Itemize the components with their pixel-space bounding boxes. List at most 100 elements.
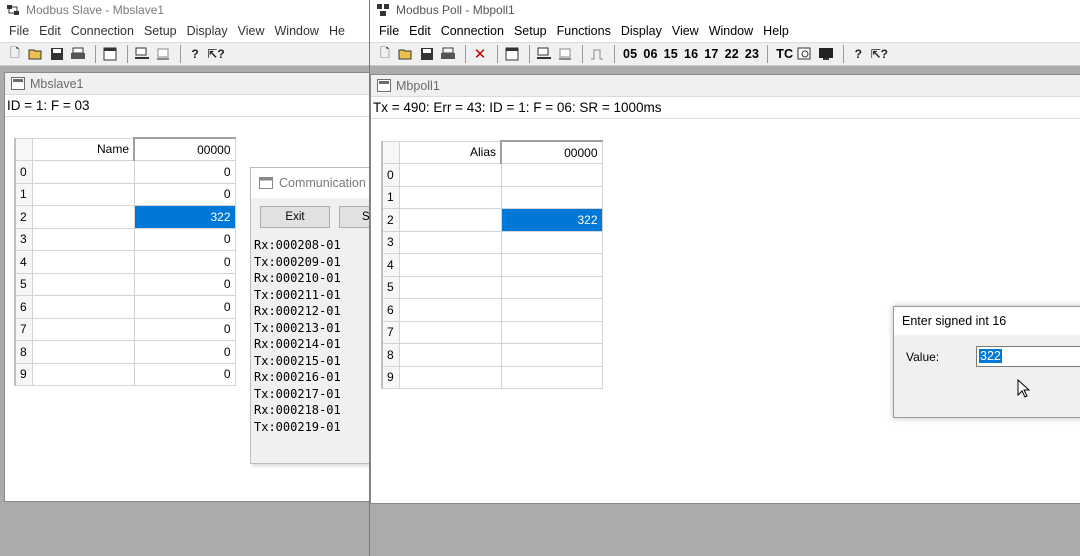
window-icon[interactable] — [101, 45, 119, 63]
value-cell[interactable] — [500, 185, 603, 209]
row-number[interactable]: 7 — [14, 317, 33, 341]
name-cell[interactable] — [31, 205, 135, 229]
value-cell[interactable]: 0 — [133, 317, 236, 341]
save-icon[interactable] — [48, 45, 66, 63]
name-cell[interactable] — [31, 317, 135, 341]
value-cell[interactable]: 0 — [133, 272, 236, 296]
name-cell[interactable] — [398, 208, 502, 232]
menu-item-connection[interactable]: Connection — [66, 24, 139, 38]
row-number[interactable]: 4 — [381, 253, 400, 277]
function-06-button[interactable]: 06 — [643, 47, 657, 61]
value-cell[interactable] — [500, 298, 603, 322]
name-cell[interactable] — [31, 295, 135, 319]
row-number[interactable]: 4 — [14, 250, 33, 274]
value-cell[interactable]: 0 — [133, 182, 236, 206]
name-cell[interactable] — [31, 272, 135, 296]
print-icon[interactable] — [439, 45, 457, 63]
row-number[interactable]: 6 — [14, 295, 33, 319]
row-number[interactable]: 2 — [381, 208, 400, 232]
row-number[interactable]: 3 — [14, 227, 33, 251]
value-cell[interactable] — [500, 230, 603, 254]
row-number[interactable]: 8 — [381, 343, 400, 367]
row-number[interactable]: 6 — [381, 298, 400, 322]
save-icon[interactable] — [418, 45, 436, 63]
value-cell[interactable] — [500, 320, 603, 344]
function-05-button[interactable]: 05 — [623, 47, 637, 61]
open-folder-icon[interactable] — [397, 45, 415, 63]
new-file-icon[interactable]: 🗋 — [376, 45, 394, 63]
function-23-button[interactable]: 23 — [745, 47, 759, 61]
name-cell[interactable] — [398, 365, 502, 389]
name-cell[interactable] — [398, 343, 502, 367]
row-number[interactable]: 1 — [14, 182, 33, 206]
row-number[interactable]: 7 — [381, 320, 400, 344]
value-cell[interactable]: 0 — [133, 250, 236, 274]
row-number[interactable]: 8 — [14, 340, 33, 364]
row-number[interactable]: 5 — [381, 275, 400, 299]
value-cell[interactable]: 0 — [133, 295, 236, 319]
menu-item-window[interactable]: Window — [270, 24, 324, 38]
mbpoll1-titlebar[interactable]: Mbpoll1 — [371, 75, 1080, 97]
slave-titlebar[interactable]: Modbus Slave - Mbslave1 — [0, 0, 369, 20]
help-icon[interactable]: ? — [849, 45, 867, 63]
value-column-header[interactable]: 00000 — [133, 137, 236, 161]
function-17-button[interactable]: 17 — [704, 47, 718, 61]
single-read-icon[interactable] — [588, 45, 606, 63]
row-number[interactable]: 1 — [381, 185, 400, 209]
menu-item-file[interactable]: File — [374, 24, 404, 38]
delete-icon[interactable]: ✕ — [471, 45, 489, 63]
menu-item-functions[interactable]: Functions — [552, 24, 616, 38]
row-number[interactable]: 0 — [14, 160, 33, 184]
name-cell[interactable] — [398, 163, 502, 187]
communication-dialog-titlebar[interactable]: Communication — [251, 168, 369, 198]
menu-item-help[interactable]: Help — [758, 24, 794, 38]
row-number[interactable]: 2 — [14, 205, 33, 229]
menu-item-file[interactable]: File — [4, 24, 34, 38]
function-16-button[interactable]: 16 — [684, 47, 698, 61]
value-cell[interactable]: 0 — [133, 160, 236, 184]
communication-traffic-icon[interactable] — [796, 45, 814, 63]
help-icon[interactable]: ? — [186, 45, 204, 63]
row-number[interactable]: 3 — [381, 230, 400, 254]
value-cell[interactable] — [500, 253, 603, 277]
print-icon[interactable] — [69, 45, 87, 63]
value-input[interactable]: 322 — [976, 346, 1080, 367]
value-cell[interactable] — [500, 163, 603, 187]
value-column-header[interactable]: 00000 — [500, 140, 603, 164]
menu-item-display[interactable]: Display — [182, 24, 233, 38]
row-number[interactable]: 9 — [14, 362, 33, 386]
mbslave1-titlebar[interactable]: Mbslave1 — [5, 73, 369, 95]
row-number[interactable]: 0 — [381, 163, 400, 187]
connect-icon[interactable] — [133, 45, 151, 63]
menu-item-edit[interactable]: Edit — [404, 24, 436, 38]
menu-item-setup[interactable]: Setup — [509, 24, 552, 38]
name-cell[interactable] — [398, 253, 502, 277]
exit-button[interactable]: Exit — [260, 206, 330, 228]
context-help-icon[interactable]: ⇱? — [870, 45, 888, 63]
enter-value-dialog-title[interactable]: Enter signed int 16 — [894, 307, 1080, 335]
menu-item-edit[interactable]: Edit — [34, 24, 66, 38]
value-cell[interactable] — [500, 275, 603, 299]
name-cell[interactable] — [398, 275, 502, 299]
row-number[interactable]: 5 — [14, 272, 33, 296]
stop-button[interactable]: S — [339, 206, 369, 228]
menu-item-he[interactable]: He — [324, 24, 350, 38]
open-folder-icon[interactable] — [27, 45, 45, 63]
name-cell[interactable] — [398, 230, 502, 254]
name-column-header[interactable]: Name — [31, 137, 135, 161]
name-cell[interactable] — [31, 250, 135, 274]
new-file-icon[interactable]: 🗋 — [6, 45, 24, 63]
name-cell[interactable] — [31, 340, 135, 364]
menu-item-view[interactable]: View — [233, 24, 270, 38]
disconnect-icon[interactable] — [154, 45, 172, 63]
selected-value-cell[interactable]: 322 — [500, 208, 603, 232]
value-cell[interactable]: 0 — [133, 362, 236, 386]
menu-item-display[interactable]: Display — [616, 24, 667, 38]
menu-item-view[interactable]: View — [667, 24, 704, 38]
function-15-button[interactable]: 15 — [664, 47, 678, 61]
value-cell[interactable]: 0 — [133, 340, 236, 364]
name-cell[interactable] — [31, 160, 135, 184]
name-cell[interactable] — [398, 320, 502, 344]
menu-item-connection[interactable]: Connection — [436, 24, 509, 38]
value-cell[interactable] — [500, 365, 603, 389]
